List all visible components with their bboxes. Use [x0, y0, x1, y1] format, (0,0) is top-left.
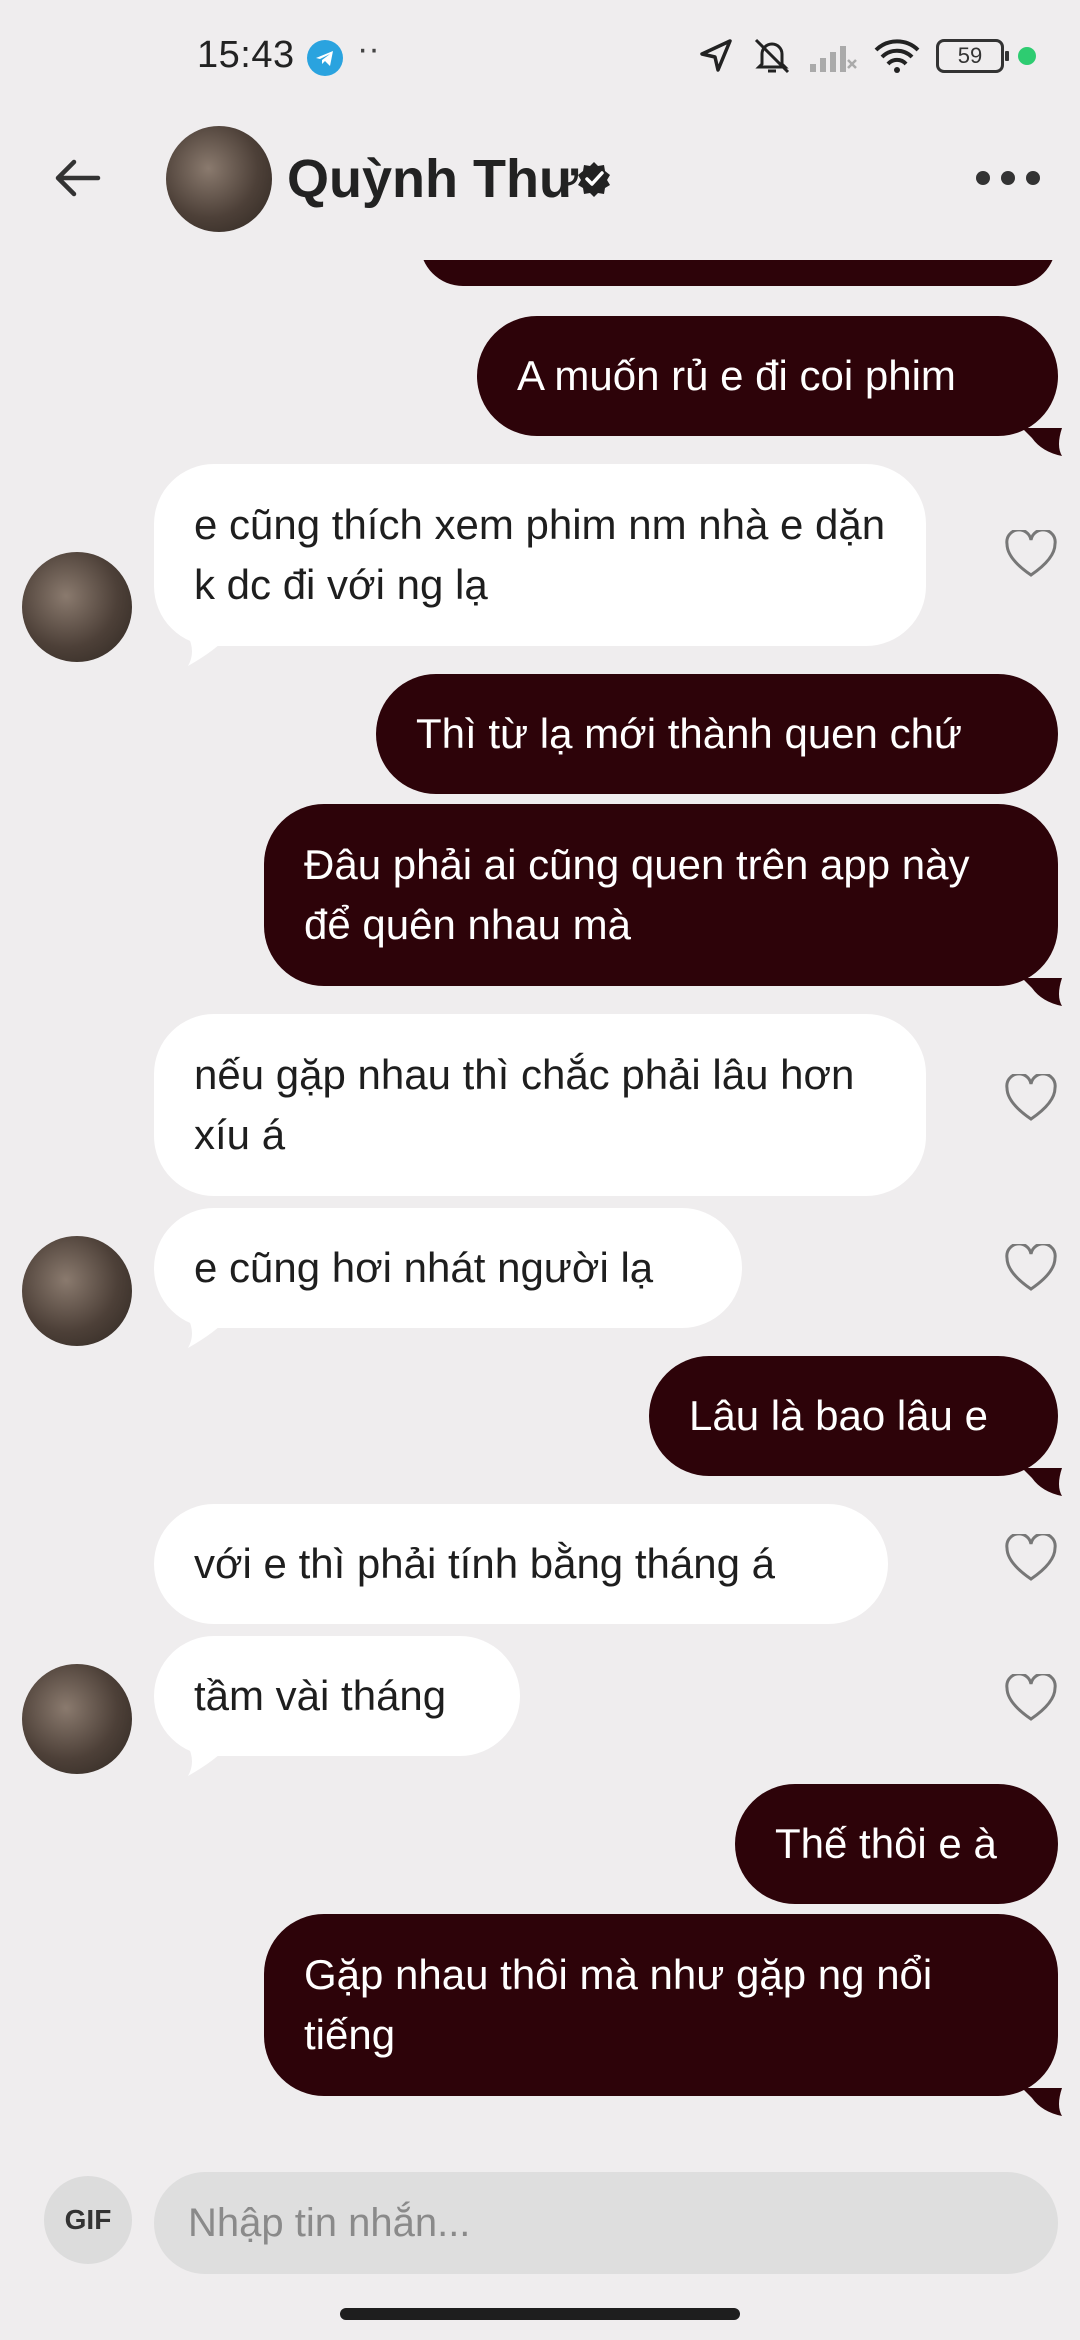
sender-avatar[interactable] [22, 1664, 132, 1774]
message-bubble-outgoing[interactable]: Đâu phải ai cũng quen trên app này để qu… [264, 804, 1062, 1006]
heart-icon[interactable] [1004, 1244, 1058, 1294]
message-text: A muốn rủ e đi coi phim [517, 352, 956, 399]
message-bubble-incoming[interactable]: e cũng thích xem phim nm nhà e dặn k dc … [154, 464, 926, 666]
dot-icon [1001, 171, 1015, 185]
arrow-left-icon [55, 159, 101, 197]
message-text: e cũng hơi nhát người lạ [194, 1244, 654, 1291]
message-text: Đâu phải ai cũng quen trên app này để qu… [304, 841, 970, 948]
contact-avatar[interactable] [166, 126, 272, 232]
message-text: e cũng thích xem phim nm nhà e dặn k dc … [194, 501, 886, 608]
bubble-tail [188, 636, 228, 666]
mute-icon [754, 38, 790, 74]
message-text: nếu gặp nhau thì chắc phải lâu hơn xíu á [194, 1051, 855, 1158]
heart-icon[interactable] [1004, 1674, 1058, 1724]
message-text: tầm vài tháng [194, 1672, 447, 1719]
message-bubble-outgoing[interactable]: A muốn rủ e đi coi phim [477, 316, 1062, 456]
chat-header: Quỳnh Thư [0, 118, 1080, 238]
bubble-tail [1022, 978, 1062, 1006]
privacy-indicator-dot [1018, 47, 1036, 65]
message-text: Gặp nhau thôi mà như gặp ng nổi tiếng [304, 1951, 933, 2058]
message-bubble-incoming[interactable]: e cũng hơi nhát người lạ [154, 1208, 742, 1348]
message-text: Thì từ lạ mới thành quen chứ [416, 710, 963, 757]
verified-icon [578, 162, 610, 197]
more-options-button[interactable] [976, 154, 1040, 202]
status-time: 15:43 [197, 34, 295, 76]
message-bubble-outgoing[interactable]: Thì từ lạ mới thành quen chứ [376, 674, 1058, 794]
home-indicator[interactable] [340, 2308, 740, 2320]
bubble-tail [188, 1746, 228, 1776]
message-input[interactable] [154, 2172, 1058, 2274]
message-composer: GIF [0, 2160, 1080, 2280]
message-list[interactable]: A muốn rủ e đi coi phim e cũng thích xem… [0, 260, 1080, 2120]
battery-icon: 59 [936, 39, 1009, 73]
dot-icon [976, 171, 990, 185]
bubble-tail [1022, 1468, 1062, 1496]
wifi-icon [874, 39, 920, 73]
message-bubble-partial [420, 260, 1056, 286]
gif-button[interactable]: GIF [44, 2176, 132, 2264]
message-bubble-incoming[interactable]: tầm vài tháng [154, 1636, 520, 1776]
status-bar: 15:43 ·· 59 [0, 0, 1080, 118]
status-icons: 59 [696, 34, 1036, 78]
sender-avatar[interactable] [22, 552, 132, 662]
message-bubble-incoming[interactable]: nếu gặp nhau thì chắc phải lâu hơn xíu á [154, 1014, 926, 1196]
message-bubble-incoming[interactable]: với e thì phải tính bằng tháng á [154, 1504, 888, 1624]
heart-icon[interactable] [1004, 1074, 1058, 1124]
bubble-tail [1022, 2088, 1062, 2116]
heart-icon[interactable] [1004, 1534, 1058, 1584]
message-bubble-outgoing[interactable]: Thế thôi e à [735, 1784, 1058, 1904]
location-icon [700, 39, 732, 72]
message-text: Thế thôi e à [775, 1820, 997, 1867]
message-text: với e thì phải tính bằng tháng á [194, 1540, 775, 1587]
message-bubble-outgoing[interactable]: Gặp nhau thôi mà như gặp ng nổi tiếng [264, 1914, 1062, 2116]
message-text: Lâu là bao lâu e [689, 1392, 988, 1439]
heart-icon[interactable] [1004, 530, 1058, 580]
bubble-tail [188, 1318, 228, 1348]
message-bubble-outgoing[interactable]: Lâu là bao lâu e [649, 1356, 1062, 1496]
telegram-icon [307, 40, 343, 76]
dot-icon [1026, 171, 1040, 185]
sender-avatar[interactable] [22, 1236, 132, 1346]
signal-icon [810, 46, 857, 72]
contact-name[interactable]: Quỳnh Thư [287, 148, 578, 210]
back-button[interactable] [46, 146, 110, 210]
bubble-tail [1022, 428, 1062, 456]
more-notifications-icon: ·· [357, 30, 380, 68]
